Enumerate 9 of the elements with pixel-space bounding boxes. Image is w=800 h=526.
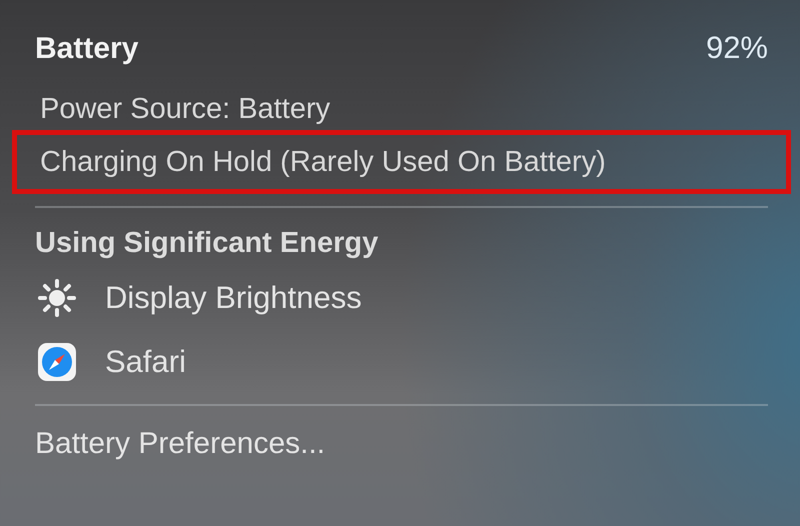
battery-percentage: 92%	[706, 30, 768, 66]
status-line: Power Source: Battery	[39, 92, 332, 126]
brightness-icon	[35, 276, 79, 320]
app-menu-item[interactable]: Safari	[105, 344, 186, 380]
preferences-menu-item[interactable]: Battery Preferences...	[35, 418, 768, 470]
section-heading: Using Significant Energy	[35, 226, 380, 260]
compass-icon	[35, 340, 79, 384]
app-menu-item[interactable]: Display Brightness	[105, 280, 362, 316]
menu-title: Battery	[35, 32, 138, 66]
